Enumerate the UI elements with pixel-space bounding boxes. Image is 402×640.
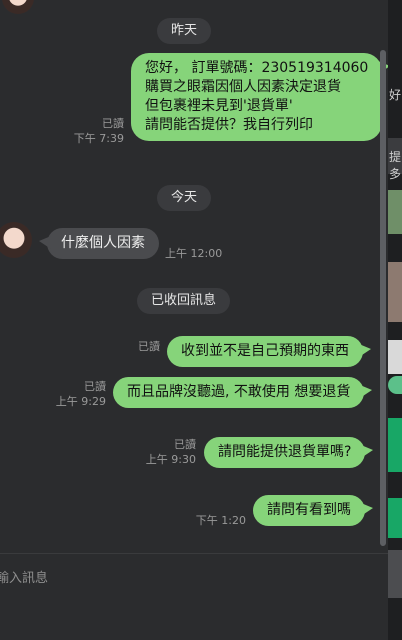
chat-window: 昨天 您好， 訂單號碼：230519314060 購買之眼霜因個人因素決定退貨 …	[0, 0, 388, 640]
read-receipt: 已讀	[138, 340, 160, 353]
message-6-line-1: 請問有看到嗎	[267, 502, 351, 518]
message-4-line-1: 而且品牌沒聽過, 不敢使用 想要退貨	[127, 384, 351, 400]
right-pane-thumbnail-4[interactable]	[388, 340, 402, 374]
message-1-meta: 已讀 下午 7:39	[60, 116, 124, 146]
message-3-meta: 已讀	[100, 339, 160, 354]
right-pane-thumbnail-5[interactable]	[388, 418, 402, 472]
message-1-line-4: 請問能否提供？我自行列印	[145, 117, 313, 133]
chat-scrollbar[interactable]	[380, 50, 386, 546]
right-pane-label-mid: 提多	[389, 150, 402, 181]
message-bubble-5[interactable]: 請問能提供退貨單嗎?	[204, 437, 374, 468]
message-time: 上午 9:30	[145, 453, 196, 466]
date-separator-today: 今天	[157, 185, 212, 211]
contact-avatar[interactable]	[0, 222, 32, 258]
right-pane-green-badge[interactable]	[388, 376, 402, 394]
message-bubble-4[interactable]: 而且品牌沒聽過, 不敢使用 想要退貨	[113, 377, 373, 408]
message-bubble-6[interactable]: 請問有看到嗎	[253, 495, 373, 526]
right-pane-thumbnail-7[interactable]	[388, 550, 402, 598]
message-1-line-2: 購買之眼霜因個人因素決定退貨	[145, 79, 341, 95]
message-1-line-3: 但包裹裡未見到'退貨單'	[145, 98, 293, 114]
message-bubble-3[interactable]: 收到並不是自己預期的東西	[167, 336, 371, 367]
read-receipt: 已讀	[102, 117, 124, 130]
message-bubble-1[interactable]: 您好， 訂單號碼：230519314060 購買之眼霜因個人因素決定退貨 但包裹…	[131, 53, 388, 141]
message-time: 下午 7:39	[73, 132, 124, 145]
message-bubble-2[interactable]: 什麼個人因素	[39, 228, 159, 259]
message-3-line-1: 收到並不是自己預期的東西	[181, 343, 349, 359]
right-pane-thumbnail-3[interactable]	[388, 262, 402, 322]
read-receipt: 已讀	[174, 438, 196, 451]
message-4-meta: 已讀 上午 9:29	[46, 379, 106, 409]
top-avatar[interactable]	[2, 0, 34, 14]
message-5-line-1: 請問能提供退貨單嗎?	[218, 444, 352, 460]
right-pane-thumbnail-2[interactable]	[388, 190, 402, 234]
right-pane-thumbnail-6[interactable]	[388, 498, 402, 538]
message-input-area[interactable]: 輸入訊息	[0, 553, 388, 640]
message-input-placeholder: 輸入訊息	[0, 571, 49, 586]
right-pane-label-top: 好	[389, 88, 402, 102]
date-separator-yesterday: 昨天	[157, 18, 212, 44]
message-1-line-1: 您好， 訂單號碼：230519314060	[145, 60, 369, 76]
read-receipt: 已讀	[84, 380, 106, 393]
message-5-meta: 已讀 上午 9:30	[136, 437, 196, 467]
message-time: 上午 9:29	[55, 395, 106, 408]
message-2-time: 上午 12:00	[165, 247, 223, 260]
recalled-message-notice: 已收回訊息	[137, 288, 231, 314]
message-2-line-1: 什麼個人因素	[61, 235, 145, 251]
message-6-time: 下午 1:20	[195, 514, 246, 527]
right-side-panel: 好 提多	[388, 0, 402, 640]
